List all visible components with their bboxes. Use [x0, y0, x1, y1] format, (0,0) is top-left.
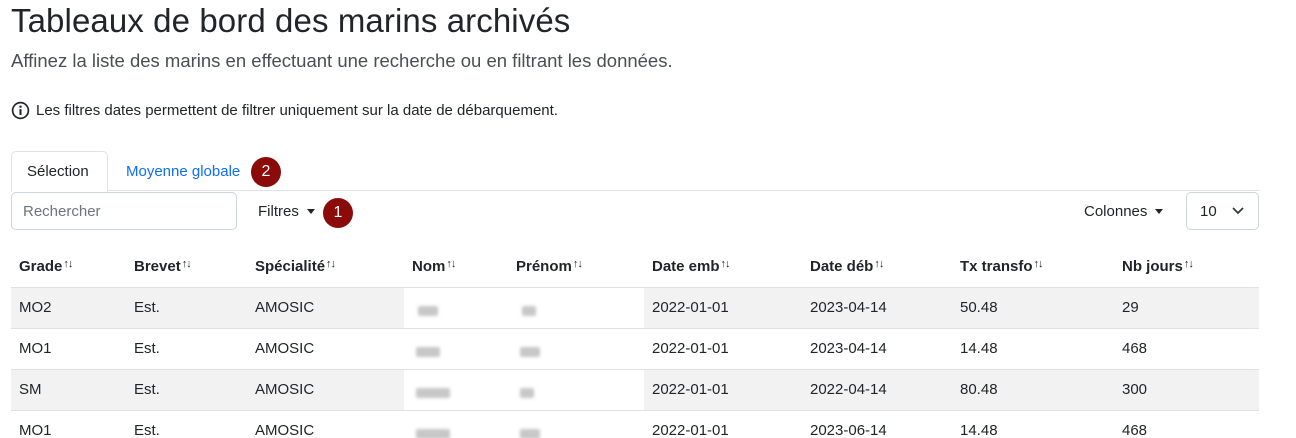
table-row[interactable]: SM Est. AMOSIC 2022-01-01 2022-04-14 80.…: [11, 369, 1259, 411]
cell-brevet: Est.: [126, 369, 247, 411]
redacted-text: [520, 388, 534, 399]
redacted-text: [416, 347, 440, 358]
redacted-text: [520, 347, 540, 358]
redacted-text: [416, 429, 450, 438]
caret-down-icon: [1155, 209, 1164, 214]
sort-icon: ↑↓: [720, 258, 731, 271]
cell-tx-transfo: 50.48: [952, 287, 1114, 329]
filters-label: Filtres: [258, 202, 299, 220]
column-header-specialite[interactable]: Spécialité↑↓: [247, 247, 404, 288]
marins-table: Grade↑↓ Brevet↑↓ Spécialité↑↓ Nom↑↓ Prén…: [11, 247, 1259, 438]
column-header-date-emb[interactable]: Date emb↑↓: [644, 247, 802, 288]
cell-specialite: AMOSIC: [247, 328, 404, 370]
page-title: Tableaux de bord des marins archivés: [11, 2, 571, 39]
cell-nom-redacted: [404, 287, 508, 329]
cell-grade: MO1: [11, 410, 126, 438]
page-subtitle: Affinez la liste des marins en effectuan…: [11, 50, 673, 71]
caret-down-icon: [306, 209, 315, 214]
cell-specialite: AMOSIC: [247, 410, 404, 438]
search-input[interactable]: [11, 192, 237, 230]
cell-date-emb: 2022-01-01: [644, 369, 802, 411]
cell-nom-redacted: [404, 369, 508, 411]
cell-nb-jours: 468: [1114, 410, 1259, 438]
cell-brevet: Est.: [126, 410, 247, 438]
sort-icon: ↑↓: [1033, 258, 1044, 271]
redacted-text: [522, 306, 536, 317]
cell-date-deb: 2022-04-14: [802, 369, 952, 411]
cell-date-emb: 2022-01-01: [644, 410, 802, 438]
column-header-brevet[interactable]: Brevet↑↓: [126, 247, 247, 288]
sort-icon: ↑↓: [326, 258, 336, 271]
sort-icon: ↑↓: [572, 258, 583, 271]
cell-specialite: AMOSIC: [247, 287, 404, 329]
table-header-row: Grade↑↓ Brevet↑↓ Spécialité↑↓ Nom↑↓ Prén…: [11, 247, 1259, 288]
column-header-grade[interactable]: Grade↑↓: [11, 247, 126, 288]
column-header-date-deb[interactable]: Date déb↑↓: [802, 247, 952, 288]
page-size-select[interactable]: 10: [1186, 192, 1259, 230]
sort-icon: ↑↓: [63, 258, 73, 271]
table-row[interactable]: MO1 Est. AMOSIC 2022-01-01 2023-04-14 14…: [11, 328, 1259, 370]
cell-prenom-redacted: [508, 287, 644, 329]
tab-selection[interactable]: Sélection: [11, 151, 108, 192]
table-row[interactable]: MO2 Est. AMOSIC 2022-01-01 2023-04-14 50…: [11, 287, 1259, 329]
cell-prenom-redacted: [508, 410, 644, 438]
column-header-tx-transfo[interactable]: Tx transfo↑↓: [952, 247, 1114, 288]
cell-brevet: Est.: [126, 287, 247, 329]
info-note: Les filtres dates permettent de filtrer …: [11, 101, 558, 120]
sort-icon: ↑↓: [446, 258, 456, 271]
cell-nb-jours: 29: [1114, 287, 1259, 329]
step-badge-1: 1: [323, 198, 353, 228]
cell-grade: MO2: [11, 287, 126, 329]
cell-date-deb: 2023-06-14: [802, 410, 952, 438]
cell-tx-transfo: 80.48: [952, 369, 1114, 411]
sort-icon: ↑↓: [1183, 258, 1194, 271]
cell-date-deb: 2023-04-14: [802, 328, 952, 370]
filters-dropdown-button[interactable]: Filtres: [246, 192, 327, 230]
cell-date-deb: 2023-04-14: [802, 287, 952, 329]
sort-icon: ↑↓: [181, 258, 192, 271]
chevron-down-icon: [1232, 207, 1244, 214]
column-header-nom[interactable]: Nom↑↓: [404, 247, 508, 288]
cell-tx-transfo: 14.48: [952, 328, 1114, 370]
cell-date-emb: 2022-01-01: [644, 328, 802, 370]
column-header-nb-jours[interactable]: Nb jours↑↓: [1114, 247, 1259, 288]
redacted-text: [520, 429, 540, 438]
sort-icon: ↑↓: [874, 258, 884, 271]
cell-prenom-redacted: [508, 369, 644, 411]
column-header-prenom[interactable]: Prénom↑↓: [508, 247, 644, 288]
cell-nb-jours: 468: [1114, 328, 1259, 370]
cell-grade: SM: [11, 369, 126, 411]
info-icon: [11, 101, 30, 120]
cell-specialite: AMOSIC: [247, 369, 404, 411]
cell-nom-redacted: [404, 410, 508, 438]
cell-tx-transfo: 14.48: [952, 410, 1114, 438]
cell-nom-redacted: [404, 328, 508, 370]
cell-nb-jours: 300: [1114, 369, 1259, 411]
tab-moyenne-globale[interactable]: Moyenne globale: [111, 151, 255, 192]
cell-brevet: Est.: [126, 328, 247, 370]
cell-date-emb: 2022-01-01: [644, 287, 802, 329]
page-size-value: 10: [1200, 202, 1217, 220]
info-text: Les filtres dates permettent de filtrer …: [36, 102, 558, 119]
redacted-text: [416, 388, 450, 399]
step-badge-2: 2: [251, 157, 281, 187]
table-row[interactable]: MO1 Est. AMOSIC 2022-01-01 2023-06-14 14…: [11, 410, 1259, 438]
columns-dropdown-button[interactable]: Colonnes: [1072, 192, 1175, 230]
tab-bar: Sélection Moyenne globale: [11, 151, 1259, 192]
redacted-text: [418, 306, 438, 317]
columns-label: Colonnes: [1084, 202, 1148, 220]
cell-grade: MO1: [11, 328, 126, 370]
cell-prenom-redacted: [508, 328, 644, 370]
